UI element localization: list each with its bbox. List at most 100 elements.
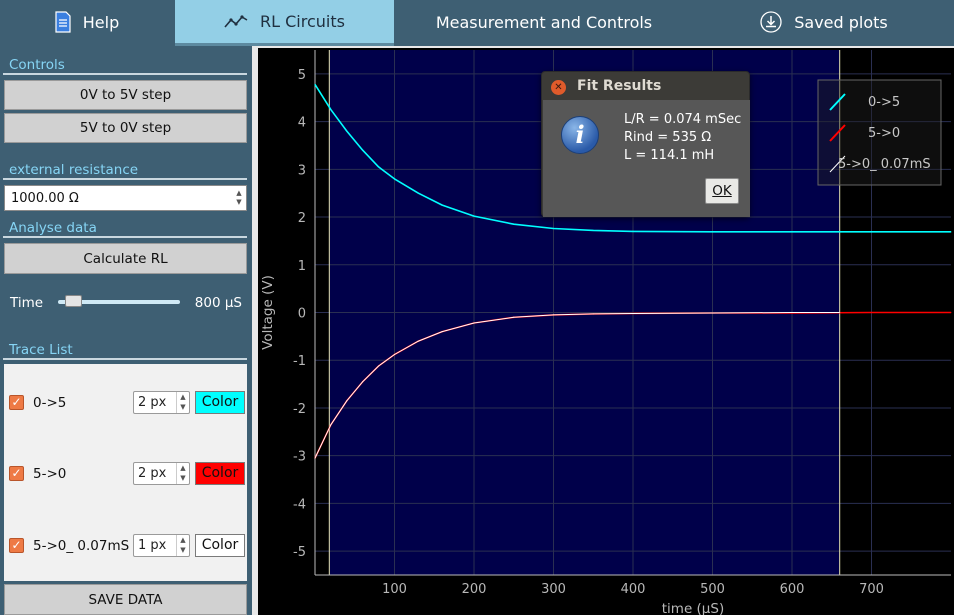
spin-arrows-icon[interactable]: ▲ ▼ xyxy=(234,189,244,207)
y-tick-label: 5 xyxy=(298,68,306,83)
data-point xyxy=(314,83,316,85)
ok-button[interactable]: OK xyxy=(705,178,739,204)
x-tick-label: 700 xyxy=(859,582,884,597)
y-axis-label: Voltage (V) xyxy=(260,275,276,350)
y-tick-label: -1 xyxy=(293,354,306,369)
data-point xyxy=(513,316,515,318)
y-tick-label: -2 xyxy=(293,402,306,417)
data-point xyxy=(592,313,594,315)
y-tick-label: -3 xyxy=(293,450,306,465)
y-tick-label: 1 xyxy=(298,259,306,274)
step-up-button[interactable]: 0V to 5V step xyxy=(4,80,247,110)
data-point xyxy=(330,424,332,426)
trace-row: ✓ 5->0 2 px ▲ ▼ Color xyxy=(4,462,247,486)
close-icon[interactable]: ✕ xyxy=(551,80,566,95)
resistance-section-title: external resistance xyxy=(3,161,247,180)
download-icon xyxy=(760,11,782,33)
trace-width-spinbox[interactable]: 2 px ▲ ▼ xyxy=(133,462,190,485)
calculate-rl-button[interactable]: Calculate RL xyxy=(4,243,247,274)
tab-rl-circuits-label: RL Circuits xyxy=(260,12,345,31)
data-point xyxy=(378,365,380,367)
data-point xyxy=(362,149,364,151)
info-icon: i xyxy=(561,116,599,154)
legend-label: 0->5 xyxy=(868,95,900,110)
y-tick-label: 4 xyxy=(298,116,306,131)
trace-checkbox[interactable]: ✓ xyxy=(9,538,24,553)
fit-inductance: L = 114.1 mH xyxy=(624,148,715,163)
x-tick-label: 500 xyxy=(700,582,725,597)
trace-name: 0->5 xyxy=(33,395,67,411)
legend-label: 5->0 xyxy=(868,126,900,141)
x-tick-label: 300 xyxy=(541,582,566,597)
trace-row: ✓ 5->0_ 0.07mS 1 px ▲ ▼ Color xyxy=(4,534,247,558)
fit-results-dialog: ✕ Fit Results i L/R = 0.074 mSec Rind = … xyxy=(541,71,750,217)
data-point xyxy=(791,231,793,233)
x-tick-label: 600 xyxy=(780,582,805,597)
x-tick-label: 100 xyxy=(382,582,407,597)
trace-row: ✓ 0->5 2 px ▲ ▼ Color xyxy=(4,391,247,415)
tab-help-label: Help xyxy=(82,12,120,32)
data-point xyxy=(314,457,316,459)
data-point xyxy=(473,215,475,217)
tab-bar: Help RL Circuits Measurement and Control… xyxy=(0,0,954,46)
resistance-spinbox[interactable]: 1000.00 Ω ▲ ▼ xyxy=(4,185,247,211)
data-point xyxy=(417,340,419,342)
chart-line-icon xyxy=(224,14,248,29)
trace-checkbox[interactable]: ✓ xyxy=(9,466,24,481)
y-tick-label: 0 xyxy=(298,307,306,322)
controls-section-title: Controls xyxy=(3,56,247,75)
dialog-title: Fit Results xyxy=(577,78,662,94)
data-point xyxy=(791,311,793,314)
tab-saved-plots[interactable]: Saved plots xyxy=(694,0,954,44)
time-value: 800 µS xyxy=(194,295,242,311)
trace-color-button[interactable]: Color xyxy=(195,391,245,414)
trace-color-button[interactable]: Color xyxy=(195,534,245,557)
spin-arrows-icon[interactable]: ▲ ▼ xyxy=(176,463,189,484)
trace-width-value: 1 px xyxy=(138,538,167,553)
trace-width-value: 2 px xyxy=(138,395,167,410)
y-tick-label: 2 xyxy=(298,211,306,226)
trace-width-spinbox[interactable]: 1 px ▲ ▼ xyxy=(133,534,190,557)
trace-checkbox[interactable]: ✓ xyxy=(9,395,24,410)
save-data-button[interactable]: SAVE DATA xyxy=(4,584,247,615)
spin-arrows-icon[interactable]: ▲ ▼ xyxy=(176,392,189,413)
trace-name: 5->0 xyxy=(33,466,67,482)
data-point xyxy=(552,314,555,316)
time-slider-handle[interactable] xyxy=(64,295,82,307)
data-point xyxy=(441,204,443,206)
legend-label: 5->0_ 0.07mS xyxy=(838,157,931,172)
trace-width-spinbox[interactable]: 2 px ▲ ▼ xyxy=(133,391,190,414)
tab-measurement-label: Measurement and Controls xyxy=(435,12,653,32)
trace-name: 5->0_ 0.07mS xyxy=(33,538,130,554)
data-point xyxy=(839,311,841,314)
sidebar: Controls 0V to 5V step 5V to 0V step ext… xyxy=(0,46,252,615)
spin-arrows-icon[interactable]: ▲ ▼ xyxy=(176,535,189,556)
fit-resistance: Rind = 535 Ω xyxy=(624,130,712,145)
trace-color-button[interactable]: Color xyxy=(195,462,245,485)
x-tick-label: 200 xyxy=(462,582,487,597)
tab-measurement-and-controls[interactable]: Measurement and Controls xyxy=(394,0,694,44)
data-point xyxy=(378,166,380,168)
x-axis-label: time (µS) xyxy=(662,601,724,615)
dialog-body: i L/R = 0.074 mSec Rind = 535 Ω L = 114.… xyxy=(543,100,750,217)
resistance-value: 1000.00 Ω xyxy=(11,190,79,206)
data-point xyxy=(870,311,873,314)
data-point xyxy=(632,312,634,315)
trace-list-title: Trace List xyxy=(3,341,247,360)
tab-help[interactable]: Help xyxy=(0,0,174,44)
tab-saved-plots-label: Saved plots xyxy=(794,12,888,32)
data-point xyxy=(393,178,396,180)
data-point xyxy=(632,230,634,232)
data-point xyxy=(513,223,515,225)
tab-rl-circuits[interactable]: RL Circuits xyxy=(175,0,394,46)
y-tick-label: 3 xyxy=(298,163,306,178)
step-down-button[interactable]: 5V to 0V step xyxy=(4,113,247,143)
x-tick-label: 400 xyxy=(621,582,646,597)
data-point xyxy=(346,130,348,132)
data-point xyxy=(417,192,419,194)
analyse-section-title: Analyse data xyxy=(3,219,247,238)
data-point xyxy=(950,231,952,233)
data-point xyxy=(950,311,952,314)
y-tick-label: -5 xyxy=(293,545,306,560)
trace-list: ✓ 0->5 2 px ▲ ▼ Color ✓ 5->0 2 px ▲ ▼ Color … xyxy=(4,364,247,581)
